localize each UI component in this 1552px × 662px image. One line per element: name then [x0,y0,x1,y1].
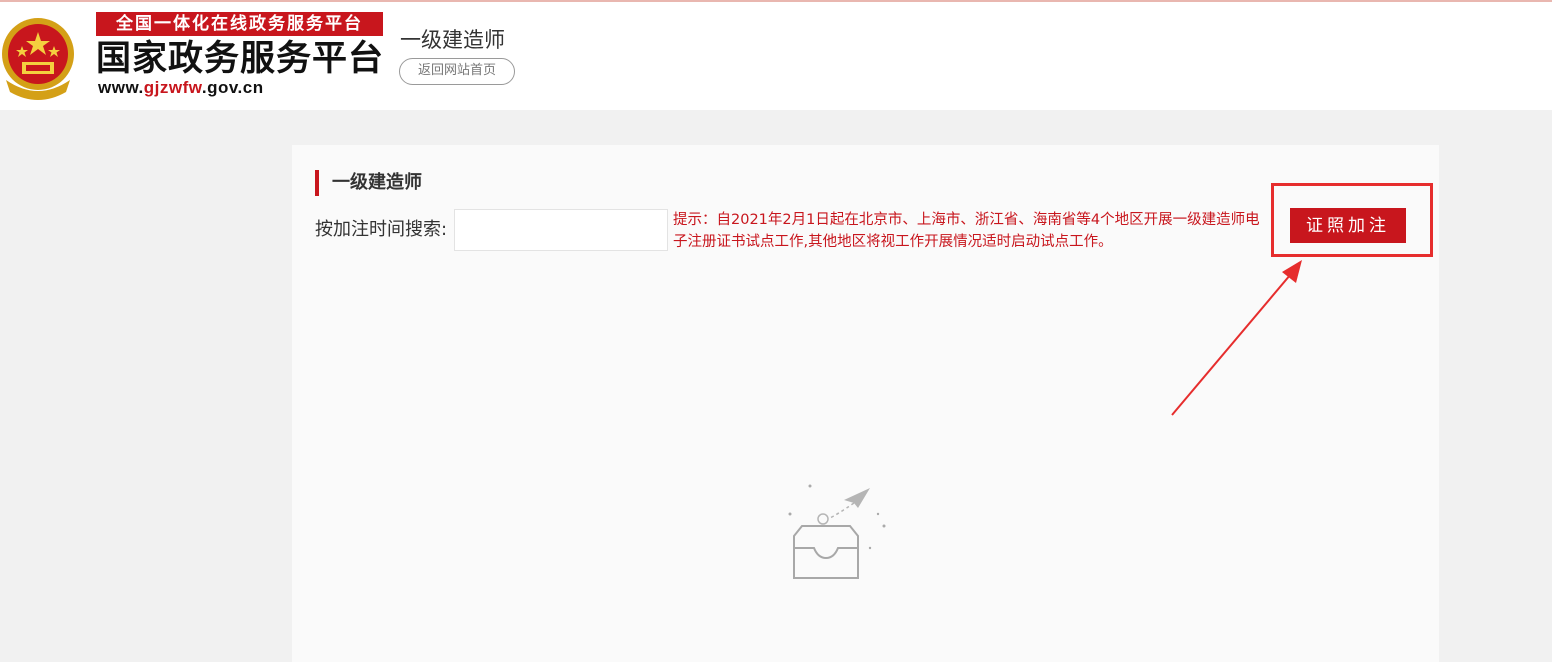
notice-tip: 提示：自2021年2月1日起在北京市、上海市、浙江省、海南省等4个地区开展一级建… [673,212,1260,250]
url-prefix: www. [98,78,144,97]
url-suffix: .gov.cn [201,78,264,97]
search-date-input[interactable] [454,209,668,251]
platform-url: www.gjzwfw.gov.cn [98,78,264,98]
annotation-arrow-icon [1171,260,1302,416]
national-emblem-icon [2,18,74,100]
section-accent-bar [315,170,319,196]
empty-inbox-icon [788,484,886,579]
annotation-highlight-box [1271,183,1433,257]
search-label: 按加注时间搜索: [315,219,448,240]
return-home-button[interactable]: 返回网站首页 [399,58,515,85]
url-brand: gjzwfw [143,78,202,97]
section-title: 一级建造师 [332,172,422,193]
platform-title: 国家政务服务平台 [96,39,385,79]
site-name: 一级建造师 [400,28,505,52]
site-header: 全国一体化在线政务服务平台 国家政务服务平台 www.gjzwfw.gov.cn… [0,2,1552,110]
platform-banner: 全国一体化在线政务服务平台 [96,12,383,36]
